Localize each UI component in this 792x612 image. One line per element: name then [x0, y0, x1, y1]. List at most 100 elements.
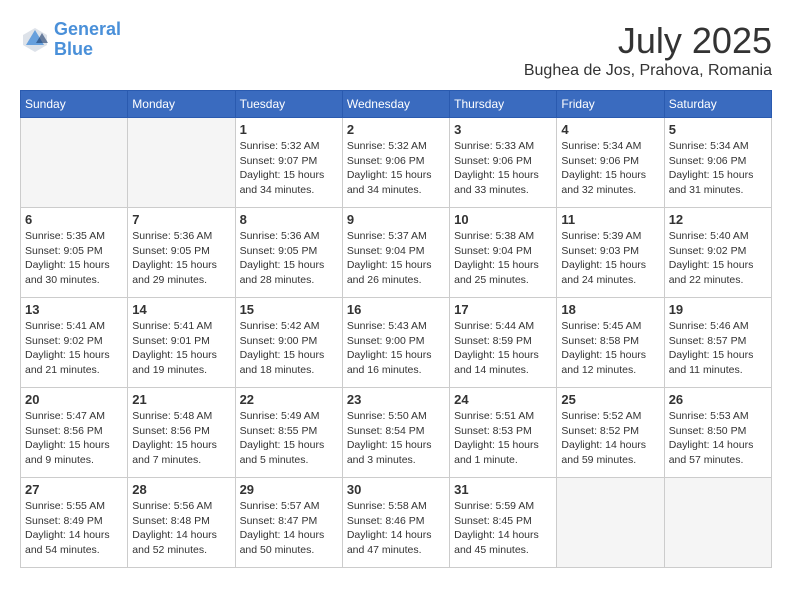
day-info: Sunrise: 5:36 AMSunset: 9:05 PMDaylight:…	[132, 229, 230, 288]
day-number: 8	[240, 212, 338, 227]
calendar-day-cell: 23 Sunrise: 5:50 AMSunset: 8:54 PMDayligh…	[342, 388, 449, 478]
day-info: Sunrise: 5:32 AMSunset: 9:06 PMDaylight:…	[347, 139, 445, 198]
calendar-day-cell	[664, 478, 771, 568]
calendar-day-cell: 11Sunrise: 5:39 AMSunset: 9:03 PMDayligh…	[557, 208, 664, 298]
day-number: 16	[347, 302, 445, 317]
weekday-header-sunday: Sunday	[21, 91, 128, 118]
day-number: 31	[454, 482, 552, 497]
day-number: 13	[25, 302, 123, 317]
day-info: Sunrise: 5:59 AMSunset: 8:45 PMDaylight:…	[454, 499, 552, 558]
day-number: 18	[561, 302, 659, 317]
calendar-week-row: 20 Sunrise: 5:47 AMSunset: 8:56 PMDayligh…	[21, 388, 772, 478]
calendar-day-cell: 28 Sunrise: 5:56 AMSunset: 8:48 PMDayligh…	[128, 478, 235, 568]
calendar-table: SundayMondayTuesdayWednesdayThursdayFrid…	[20, 90, 772, 568]
day-info: Sunrise: 5:35 AMSunset: 9:05 PMDaylight:…	[25, 229, 123, 288]
day-number: 25	[561, 392, 659, 407]
day-info: Sunrise: 5:42 AMSunset: 9:00 PMDaylight:…	[240, 319, 338, 378]
day-number: 9	[347, 212, 445, 227]
calendar-day-cell: 22 Sunrise: 5:49 AMSunset: 8:55 PMDayligh…	[235, 388, 342, 478]
weekday-header-tuesday: Tuesday	[235, 91, 342, 118]
day-info: Sunrise: 5:48 AMSunset: 8:56 PMDaylight:…	[132, 409, 230, 468]
calendar-week-row: 27 Sunrise: 5:55 AMSunset: 8:49 PMDayligh…	[21, 478, 772, 568]
calendar-day-cell: 30 Sunrise: 5:58 AMSunset: 8:46 PMDayligh…	[342, 478, 449, 568]
calendar-day-cell: 12Sunrise: 5:40 AMSunset: 9:02 PMDayligh…	[664, 208, 771, 298]
day-number: 30	[347, 482, 445, 497]
calendar-day-cell: 1Sunrise: 5:32 AMSunset: 9:07 PMDaylight…	[235, 118, 342, 208]
day-number: 15	[240, 302, 338, 317]
calendar-day-cell: 19 Sunrise: 5:46 AMSunset: 8:57 PMDayligh…	[664, 298, 771, 388]
logo: General Blue	[20, 20, 121, 60]
day-info: Sunrise: 5:53 AMSunset: 8:50 PMDaylight:…	[669, 409, 767, 468]
day-number: 1	[240, 122, 338, 137]
calendar-week-row: 13 Sunrise: 5:41 AMSunset: 9:02 PMDayligh…	[21, 298, 772, 388]
day-info: Sunrise: 5:41 AMSunset: 9:02 PMDaylight:…	[25, 319, 123, 378]
day-number: 20	[25, 392, 123, 407]
calendar-day-cell: 18 Sunrise: 5:45 AMSunset: 8:58 PMDayligh…	[557, 298, 664, 388]
title-block: July 2025 Bughea de Jos, Prahova, Romani…	[524, 20, 772, 80]
calendar-day-cell: 24 Sunrise: 5:51 AMSunset: 8:53 PMDayligh…	[450, 388, 557, 478]
location: Bughea de Jos, Prahova, Romania	[524, 62, 772, 80]
day-number: 4	[561, 122, 659, 137]
calendar-week-row: 1Sunrise: 5:32 AMSunset: 9:07 PMDaylight…	[21, 118, 772, 208]
day-info: Sunrise: 5:41 AMSunset: 9:01 PMDaylight:…	[132, 319, 230, 378]
day-info: Sunrise: 5:47 AMSunset: 8:56 PMDaylight:…	[25, 409, 123, 468]
day-number: 5	[669, 122, 767, 137]
day-number: 6	[25, 212, 123, 227]
day-info: Sunrise: 5:43 AMSunset: 9:00 PMDaylight:…	[347, 319, 445, 378]
day-info: Sunrise: 5:51 AMSunset: 8:53 PMDaylight:…	[454, 409, 552, 468]
calendar-day-cell: 8 Sunrise: 5:36 AMSunset: 9:05 PMDaylight…	[235, 208, 342, 298]
day-info: Sunrise: 5:34 AMSunset: 9:06 PMDaylight:…	[561, 139, 659, 198]
logo-text: General Blue	[54, 20, 121, 60]
day-number: 3	[454, 122, 552, 137]
calendar-day-cell: 16 Sunrise: 5:43 AMSunset: 9:00 PMDayligh…	[342, 298, 449, 388]
day-info: Sunrise: 5:55 AMSunset: 8:49 PMDaylight:…	[25, 499, 123, 558]
calendar-day-cell: 15 Sunrise: 5:42 AMSunset: 9:00 PMDayligh…	[235, 298, 342, 388]
day-number: 19	[669, 302, 767, 317]
day-info: Sunrise: 5:36 AMSunset: 9:05 PMDaylight:…	[240, 229, 338, 288]
month-year: July 2025	[524, 20, 772, 62]
day-info: Sunrise: 5:50 AMSunset: 8:54 PMDaylight:…	[347, 409, 445, 468]
logo-icon	[20, 25, 50, 55]
day-info: Sunrise: 5:45 AMSunset: 8:58 PMDaylight:…	[561, 319, 659, 378]
day-number: 27	[25, 482, 123, 497]
day-info: Sunrise: 5:44 AMSunset: 8:59 PMDaylight:…	[454, 319, 552, 378]
calendar-day-cell: 31 Sunrise: 5:59 AMSunset: 8:45 PMDayligh…	[450, 478, 557, 568]
day-info: Sunrise: 5:40 AMSunset: 9:02 PMDaylight:…	[669, 229, 767, 288]
day-info: Sunrise: 5:49 AMSunset: 8:55 PMDaylight:…	[240, 409, 338, 468]
calendar-day-cell	[557, 478, 664, 568]
day-number: 21	[132, 392, 230, 407]
day-info: Sunrise: 5:37 AMSunset: 9:04 PMDaylight:…	[347, 229, 445, 288]
calendar-day-cell: 9 Sunrise: 5:37 AMSunset: 9:04 PMDaylight…	[342, 208, 449, 298]
calendar-day-cell: 25Sunrise: 5:52 AMSunset: 8:52 PMDayligh…	[557, 388, 664, 478]
day-number: 26	[669, 392, 767, 407]
calendar-day-cell: 7 Sunrise: 5:36 AMSunset: 9:05 PMDaylight…	[128, 208, 235, 298]
day-info: Sunrise: 5:46 AMSunset: 8:57 PMDaylight:…	[669, 319, 767, 378]
day-number: 7	[132, 212, 230, 227]
day-number: 2	[347, 122, 445, 137]
day-info: Sunrise: 5:57 AMSunset: 8:47 PMDaylight:…	[240, 499, 338, 558]
calendar-day-cell: 14 Sunrise: 5:41 AMSunset: 9:01 PMDayligh…	[128, 298, 235, 388]
calendar-week-row: 6 Sunrise: 5:35 AMSunset: 9:05 PMDaylight…	[21, 208, 772, 298]
calendar-header-row: SundayMondayTuesdayWednesdayThursdayFrid…	[21, 91, 772, 118]
day-number: 14	[132, 302, 230, 317]
calendar-day-cell: 3 Sunrise: 5:33 AMSunset: 9:06 PMDaylight…	[450, 118, 557, 208]
day-number: 23	[347, 392, 445, 407]
day-info: Sunrise: 5:33 AMSunset: 9:06 PMDaylight:…	[454, 139, 552, 198]
calendar-day-cell: 10Sunrise: 5:38 AMSunset: 9:04 PMDayligh…	[450, 208, 557, 298]
day-number: 11	[561, 212, 659, 227]
calendar-day-cell: 21 Sunrise: 5:48 AMSunset: 8:56 PMDayligh…	[128, 388, 235, 478]
day-number: 10	[454, 212, 552, 227]
day-info: Sunrise: 5:58 AMSunset: 8:46 PMDaylight:…	[347, 499, 445, 558]
page-header: General Blue July 2025 Bughea de Jos, Pr…	[20, 20, 772, 80]
day-info: Sunrise: 5:56 AMSunset: 8:48 PMDaylight:…	[132, 499, 230, 558]
calendar-day-cell: 17 Sunrise: 5:44 AMSunset: 8:59 PMDayligh…	[450, 298, 557, 388]
calendar-day-cell: 20 Sunrise: 5:47 AMSunset: 8:56 PMDayligh…	[21, 388, 128, 478]
day-number: 24	[454, 392, 552, 407]
day-number: 17	[454, 302, 552, 317]
calendar-day-cell: 13 Sunrise: 5:41 AMSunset: 9:02 PMDayligh…	[21, 298, 128, 388]
weekday-header-thursday: Thursday	[450, 91, 557, 118]
calendar-day-cell: 26 Sunrise: 5:53 AMSunset: 8:50 PMDayligh…	[664, 388, 771, 478]
day-number: 22	[240, 392, 338, 407]
calendar-day-cell	[21, 118, 128, 208]
day-number: 28	[132, 482, 230, 497]
